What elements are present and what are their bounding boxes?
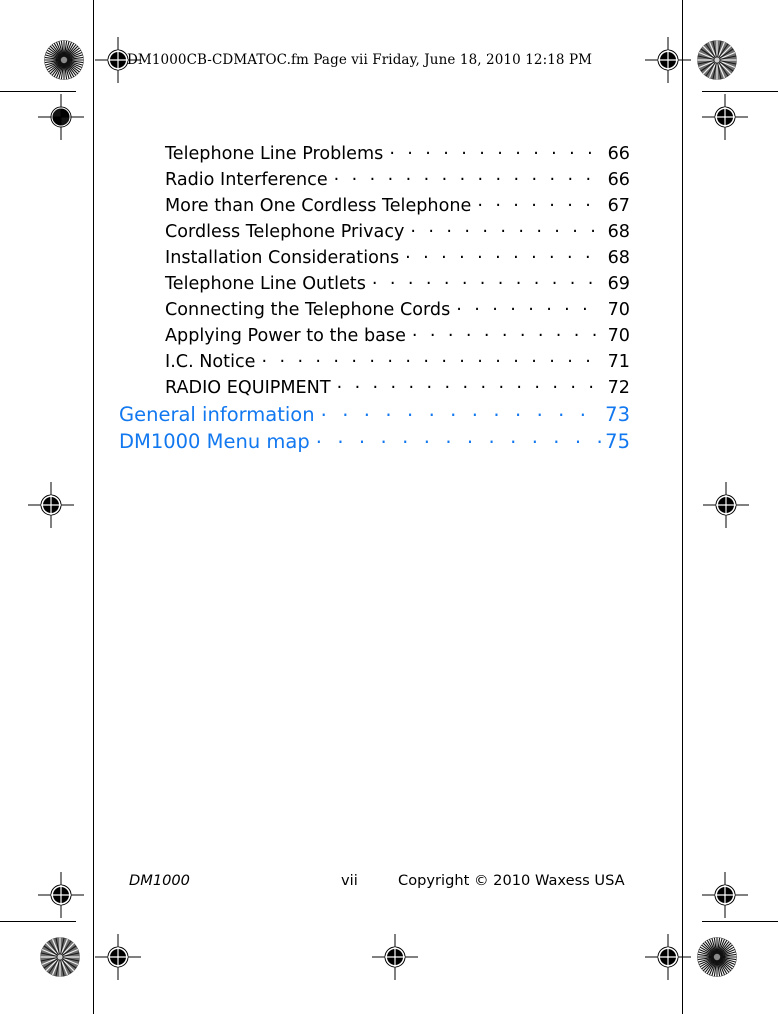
trim-line-horizontal-bottom-right (702, 921, 778, 922)
toc-entry-title: Installation Considerations (165, 247, 400, 268)
toc-dot-leader: . . . . . . . . . . . . . . . . . . . . … (316, 428, 602, 448)
toc-dot-leader: . . . . . . . . . . . . . . . . . . . . … (389, 141, 602, 159)
toc-entry-page-number: 70 (607, 325, 630, 346)
toc-entry-page-number: 70 (607, 299, 630, 320)
toc-dot-leader-dots: . . . . . . . . . . . . . . . . . . . . … (410, 219, 602, 237)
toc-entry-page-number: 69 (607, 273, 630, 294)
registration-mark-bottom-center (372, 934, 418, 980)
footer-copyright: Copyright © 2010 Waxess USA (398, 872, 625, 889)
toc-entry-title: I.C. Notice (165, 351, 256, 372)
toc-dot-leader-dots: . . . . . . . . . . . . . . . . . . . . … (389, 141, 602, 159)
toc-entry-page-number: 71 (607, 351, 630, 372)
registration-mark-mid-left (28, 482, 74, 528)
toc-dot-leader-dots: . . . . . . . . . . . . . . . . . . . . … (261, 349, 602, 367)
toc-dot-leader: . . . . . . . . . . . . . . . . . . . . … (261, 349, 602, 367)
toc-entry[interactable]: Telephone Line Problems . . . . . . . . .… (0, 141, 778, 167)
toc-dot-leader-dots: . . . . . . . . . . . . . . . . . . . . … (315, 428, 602, 448)
toc-dot-leader: . . . . . . . . . . . . . . . . . . . . … (410, 219, 602, 237)
toc-dot-leader: . . . . . . . . . . . . . . . . . . . . … (337, 375, 602, 393)
toc-dot-leader-dots: . . . . . . . . . . . . . . . . . . . . … (320, 401, 602, 421)
star-target-top-left (44, 40, 84, 80)
toc-dot-leader: . . . . . . . . . . . . . . . . . . . . … (405, 245, 602, 263)
star-target-top-right (697, 40, 737, 80)
toc-entry[interactable]: Connecting the Telephone Cords . . . . . … (0, 297, 778, 323)
toc-entry[interactable]: Radio Interference . . . . . . . . . . . … (0, 167, 778, 193)
toc-dot-leader: . . . . . . . . . . . . . . . . . . . . … (372, 271, 602, 289)
toc-entry-page-number: 68 (607, 221, 630, 242)
toc-dot-leader: . . . . . . . . . . . . . . . . . . . . … (456, 297, 602, 315)
toc-entry[interactable]: I.C. Notice . . . . . . . . . . . . . . .… (0, 349, 778, 375)
toc-entry[interactable]: Cordless Telephone Privacy . . . . . . . … (0, 219, 778, 245)
toc-dot-leader-dots: . . . . . . . . . . . . . . . . . . . . … (336, 375, 602, 393)
toc-dot-leader-dots: . . . . . . . . . . . . . . . . . . . . … (477, 193, 602, 211)
scanned-proof-page: DM1000CB-CDMATOC.fm Page vii Friday, Jun… (0, 0, 778, 1014)
toc-entry-title: Telephone Line Outlets (165, 273, 366, 294)
toc-entry-title: Telephone Line Problems (165, 143, 384, 164)
registration-mark-bottom-right (645, 934, 691, 980)
toc-entry[interactable]: More than One Cordless Telephone . . . . … (0, 193, 778, 219)
toc-entry-page-number: 75 (605, 429, 630, 453)
toc-entry-page-number: 66 (607, 169, 630, 190)
toc-entry-page-number: 68 (607, 247, 630, 268)
registration-mark-top-outer-right (702, 94, 748, 140)
page-footer: DM1000 vii Copyright © 2010 Waxess USA (0, 872, 778, 894)
toc-dot-leader: . . . . . . . . . . . . . . . . . . . . … (334, 167, 602, 185)
toc-entry-page-number: 67 (607, 195, 630, 216)
toc-entry-title: General information (119, 402, 315, 426)
toc-entry-page-number: 66 (607, 143, 630, 164)
toc-dot-leader: . . . . . . . . . . . . . . . . . . . . … (321, 401, 602, 421)
footer-document-name: DM1000 (129, 872, 190, 889)
star-target-bottom-right (697, 937, 737, 977)
toc-dot-leader-dots: . . . . . . . . . . . . . . . . . . . . … (411, 323, 602, 341)
registration-mark-mid-right (703, 482, 749, 528)
registration-mark-top-left (38, 94, 84, 140)
toc-entry-title: More than One Cordless Telephone (165, 195, 472, 216)
toc-entry-title: DM1000 Menu map (119, 429, 310, 453)
table-of-contents: Telephone Line Problems . . . . . . . . .… (0, 141, 778, 455)
toc-dot-leader-dots: . . . . . . . . . . . . . . . . . . . . … (371, 271, 602, 289)
toc-entry[interactable]: Installation Considerations . . . . . . .… (0, 245, 778, 271)
trim-line-horizontal-bottom-left (0, 921, 76, 922)
toc-entry-page-number: 73 (605, 402, 630, 426)
star-target-bottom-left (40, 937, 80, 977)
toc-entry-title: Connecting the Telephone Cords (165, 299, 451, 320)
toc-dot-leader: . . . . . . . . . . . . . . . . . . . . … (412, 323, 602, 341)
toc-dot-leader-dots: . . . . . . . . . . . . . . . . . . . . … (405, 245, 602, 263)
toc-entry[interactable]: General information . . . . . . . . . . .… (0, 401, 778, 428)
footer-page-number: vii (341, 872, 358, 889)
toc-entry-title: Cordless Telephone Privacy (165, 221, 405, 242)
toc-dot-leader-dots: . . . . . . . . . . . . . . . . . . . . … (333, 167, 602, 185)
toc-entry[interactable]: Applying Power to the base . . . . . . . … (0, 323, 778, 349)
toc-entry-page-number: 72 (607, 377, 630, 398)
toc-dot-leader-dots: . . . . . . . . . . . . . . . . . . . . … (456, 297, 602, 315)
toc-entry[interactable]: RADIO EQUIPMENT . . . . . . . . . . . . .… (0, 375, 778, 401)
trim-line-horizontal-top-left (0, 91, 76, 92)
toc-entry[interactable]: DM1000 Menu map . . . . . . . . . . . . .… (0, 428, 778, 455)
toc-entry-title: Radio Interference (165, 169, 328, 190)
toc-entry-title: RADIO EQUIPMENT (165, 377, 331, 398)
toc-dot-leader: . . . . . . . . . . . . . . . . . . . . … (477, 193, 602, 211)
trim-line-horizontal-top-right (702, 91, 778, 92)
registration-mark-bottom-inner-left (95, 934, 141, 980)
toc-entry-title: Applying Power to the base (165, 325, 406, 346)
toc-entry[interactable]: Telephone Line Outlets . . . . . . . . . … (0, 271, 778, 297)
registration-mark-top-right (645, 37, 691, 83)
file-slug-header: DM1000CB-CDMATOC.fm Page vii Friday, Jun… (127, 52, 593, 68)
